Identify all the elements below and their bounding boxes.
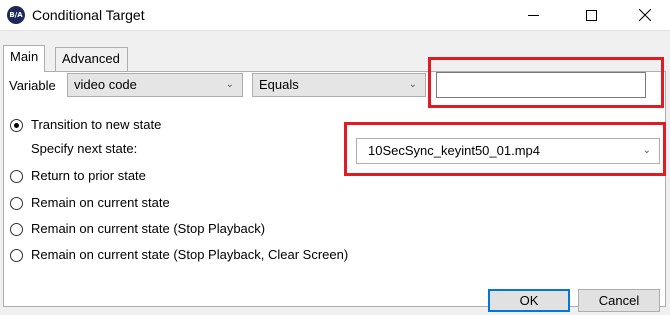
tab-main[interactable]: Main — [3, 45, 46, 72]
chevron-down-icon: ⌄ — [408, 79, 417, 90]
chevron-down-icon: ⌄ — [225, 79, 234, 90]
next-state-label: Specify next state: — [31, 141, 138, 156]
close-button[interactable] — [622, 0, 668, 30]
minimize-button[interactable] — [510, 0, 556, 30]
maximize-icon — [585, 9, 597, 21]
option-label-remain: Remain on current state — [31, 195, 170, 210]
variable-label: Variable — [9, 78, 56, 93]
tab-advanced[interactable]: Advanced — [55, 47, 128, 71]
operator-dropdown-value: Equals — [259, 77, 299, 92]
radio-remain-current-state[interactable] — [10, 197, 23, 210]
highlight-box-next-state — [344, 122, 666, 176]
close-icon — [639, 9, 651, 21]
title-bar: B/A Conditional Target — [0, 0, 670, 30]
operator-dropdown[interactable]: Equals ⌄ — [252, 73, 426, 97]
maximize-button[interactable] — [568, 0, 614, 30]
option-label-remain-stop: Remain on current state (Stop Playback) — [31, 221, 266, 236]
window-title: Conditional Target — [32, 7, 145, 23]
option-label-return: Return to prior state — [31, 168, 146, 183]
variable-dropdown-value: video code — [74, 77, 137, 92]
radio-transition-new-state[interactable] — [10, 119, 23, 132]
radio-remain-stop-playback[interactable] — [10, 223, 23, 236]
option-label-transition: Transition to new state — [31, 117, 162, 132]
dialog-body: Main Advanced Variable video code ⌄ Equa… — [0, 30, 670, 315]
ok-button[interactable]: OK — [488, 289, 570, 312]
minimize-icon — [527, 14, 539, 16]
app-logo-icon: B/A — [7, 6, 25, 24]
radio-return-prior-state[interactable] — [10, 170, 23, 183]
cancel-button[interactable]: Cancel — [578, 289, 660, 312]
variable-dropdown[interactable]: video code ⌄ — [67, 73, 243, 97]
option-label-remain-stop-clear: Remain on current state (Stop Playback, … — [31, 247, 349, 262]
highlight-box-value — [428, 57, 664, 108]
radio-remain-stop-clear[interactable] — [10, 249, 23, 262]
